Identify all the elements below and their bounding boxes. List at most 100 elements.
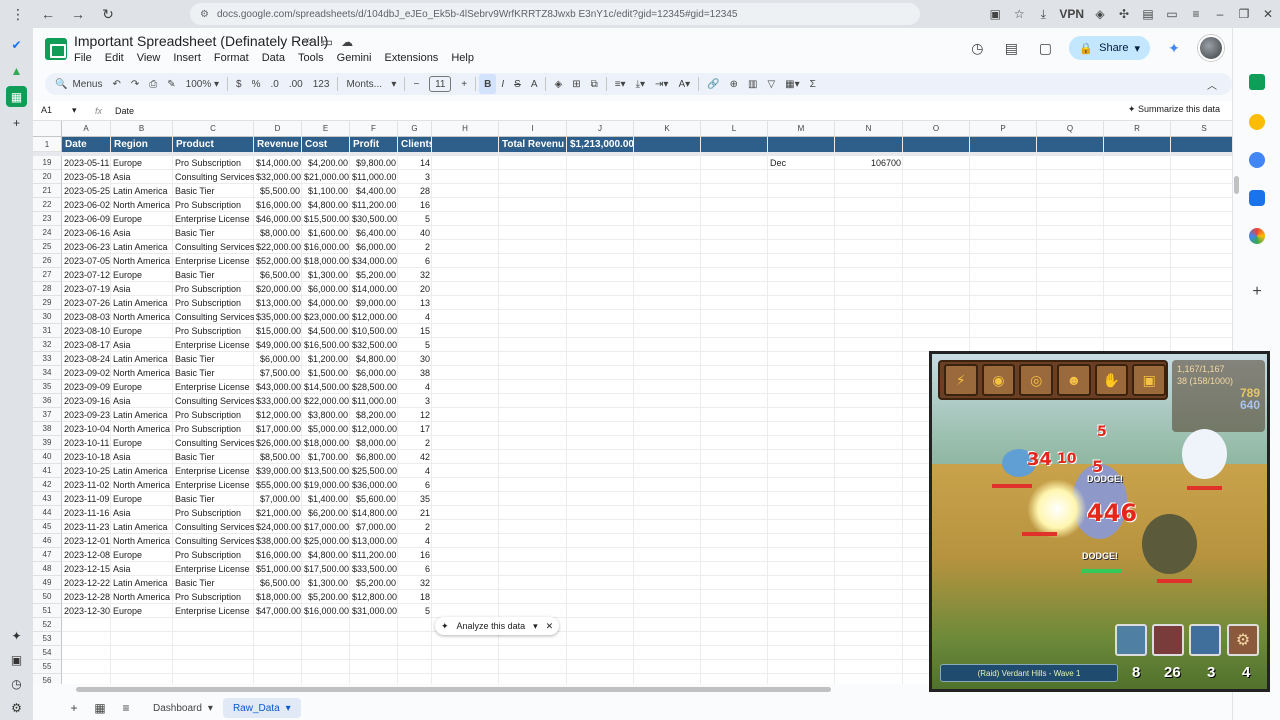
cell-product[interactable]: Pro Subscription: [173, 408, 254, 422]
column-header[interactable]: O: [903, 121, 970, 137]
creature-icon[interactable]: ☻: [1057, 364, 1091, 396]
party-slot-3[interactable]: [1189, 624, 1221, 656]
cell-product[interactable]: Pro Subscription: [173, 548, 254, 562]
cell-date[interactable]: 2023-05-18: [62, 170, 111, 184]
cell-cost[interactable]: $1,500.00: [302, 366, 350, 380]
cell-product[interactable]: Consulting Services: [173, 170, 254, 184]
cell-revenue[interactable]: $6,500.00: [254, 576, 302, 590]
cell-date[interactable]: 2023-07-05: [62, 254, 111, 268]
cell-cost[interactable]: $15,500.00: [302, 212, 350, 226]
column-header[interactable]: L: [701, 121, 768, 137]
fill-color-icon[interactable]: ◈: [549, 74, 567, 94]
cell-revenue[interactable]: $21,000.00: [254, 506, 302, 520]
column-header[interactable]: S: [1171, 121, 1232, 137]
cell-revenue[interactable]: $7,000.00: [254, 492, 302, 506]
cell-profit[interactable]: $30,500.00: [350, 212, 398, 226]
cell-profit[interactable]: $34,000.00: [350, 254, 398, 268]
cell-profit[interactable]: $11,200.00: [350, 198, 398, 212]
cell-profit[interactable]: $36,000.00: [350, 478, 398, 492]
cell-clients[interactable]: 15: [398, 324, 432, 338]
filter-views-icon[interactable]: ▦▾: [780, 74, 804, 94]
check-icon[interactable]: ✔: [6, 34, 27, 55]
column-header[interactable]: D: [254, 121, 302, 137]
cell-cost[interactable]: $1,100.00: [302, 184, 350, 198]
party-slot-2[interactable]: [1152, 624, 1184, 656]
row-header[interactable]: 44: [33, 506, 62, 520]
sidebar-icon[interactable]: ▭: [1160, 7, 1184, 21]
horizontal-align-icon[interactable]: ≡▾: [610, 74, 631, 94]
row-header[interactable]: 21: [33, 184, 62, 198]
redo-icon[interactable]: ↷: [126, 74, 144, 94]
row-header[interactable]: 19: [33, 156, 62, 170]
cell-region[interactable]: Asia: [111, 450, 173, 464]
currency-format-button[interactable]: $: [231, 74, 247, 94]
forward-icon[interactable]: →: [66, 2, 90, 26]
cell-region[interactable]: Asia: [111, 506, 173, 520]
font-size-input[interactable]: 11: [429, 76, 452, 92]
cell-date[interactable]: 2023-11-09: [62, 492, 111, 506]
cell-product[interactable]: Basic Tier: [173, 450, 254, 464]
cell-revenue[interactable]: $15,000.00: [254, 324, 302, 338]
cell-cost[interactable]: $6,000.00: [302, 282, 350, 296]
cell-revenue[interactable]: $46,000.00: [254, 212, 302, 226]
number-format-button[interactable]: 123: [308, 74, 335, 94]
cell-date[interactable]: 2023-08-10: [62, 324, 111, 338]
cell-product[interactable]: Enterprise License: [173, 338, 254, 352]
cell-cost[interactable]: $4,800.00: [302, 198, 350, 212]
cell-cost[interactable]: $6,200.00: [302, 506, 350, 520]
cell-product[interactable]: Consulting Services: [173, 394, 254, 408]
decrease-font-size-button[interactable]: −: [408, 74, 424, 94]
cell-clients[interactable]: 32: [398, 268, 432, 282]
sparkle-icon[interactable]: ✦: [6, 625, 27, 646]
percent-format-button[interactable]: %: [247, 74, 266, 94]
gear-icon[interactable]: ⚙: [1227, 624, 1259, 656]
cell-date[interactable]: 2023-06-16: [62, 226, 111, 240]
cell-revenue[interactable]: $13,000.00: [254, 296, 302, 310]
cell-product[interactable]: Enterprise License: [173, 464, 254, 478]
row-header[interactable]: 53: [33, 632, 62, 646]
cell-clients[interactable]: 16: [398, 198, 432, 212]
cell-profit[interactable]: $13,000.00: [350, 534, 398, 548]
row-header[interactable]: 27: [33, 268, 62, 282]
zoom-select[interactable]: 100% ▾: [181, 74, 224, 94]
column-header[interactable]: J: [567, 121, 634, 137]
cell-profit[interactable]: $7,000.00: [350, 520, 398, 534]
cell-revenue[interactable]: $12,000.00: [254, 408, 302, 422]
sheet-tab-dashboard[interactable]: Dashboard ▾: [143, 698, 223, 718]
compass-icon[interactable]: ◎: [1019, 364, 1054, 396]
increase-font-size-button[interactable]: +: [456, 74, 472, 94]
cell-cost[interactable]: $22,000.00: [302, 394, 350, 408]
cell-clients[interactable]: 21: [398, 506, 432, 520]
cell-date[interactable]: 2023-06-02: [62, 198, 111, 212]
cell-date[interactable]: 2023-10-04: [62, 422, 111, 436]
cell-date[interactable]: 2023-11-02: [62, 478, 111, 492]
row-header[interactable]: 20: [33, 170, 62, 184]
cell-revenue[interactable]: $33,000.00: [254, 394, 302, 408]
row-header[interactable]: 39: [33, 436, 62, 450]
cell-region[interactable]: Europe: [111, 492, 173, 506]
row-header[interactable]: 1: [33, 137, 62, 152]
cell-date[interactable]: 2023-07-12: [62, 268, 111, 282]
cell-product[interactable]: Pro Subscription: [173, 156, 254, 170]
insert-comment-icon[interactable]: ⊕: [725, 74, 743, 94]
undo-icon[interactable]: ↶: [107, 74, 125, 94]
name-box[interactable]: A1 ▾: [33, 105, 95, 116]
cell-revenue[interactable]: $6,000.00: [254, 352, 302, 366]
menu-help[interactable]: Help: [451, 52, 474, 64]
version-history-icon[interactable]: ◷: [967, 38, 987, 58]
cell-region[interactable]: Asia: [111, 170, 173, 184]
cell-revenue[interactable]: $24,000.00: [254, 520, 302, 534]
cell-region[interactable]: Asia: [111, 226, 173, 240]
cell-cost[interactable]: $14,500.00: [302, 380, 350, 394]
cell-date[interactable]: 2023-08-03: [62, 310, 111, 324]
party-slot-1[interactable]: [1115, 624, 1147, 656]
menu-tools[interactable]: Tools: [298, 52, 324, 64]
cell-cost[interactable]: $16,000.00: [302, 604, 350, 618]
cell-date[interactable]: 2023-10-18: [62, 450, 111, 464]
cell-region[interactable]: Latin America: [111, 240, 173, 254]
cell-product[interactable]: Basic Tier: [173, 352, 254, 366]
row-header[interactable]: 40: [33, 450, 62, 464]
row-header[interactable]: 29: [33, 296, 62, 310]
row-header[interactable]: 50: [33, 590, 62, 604]
cell-clients[interactable]: 2: [398, 520, 432, 534]
